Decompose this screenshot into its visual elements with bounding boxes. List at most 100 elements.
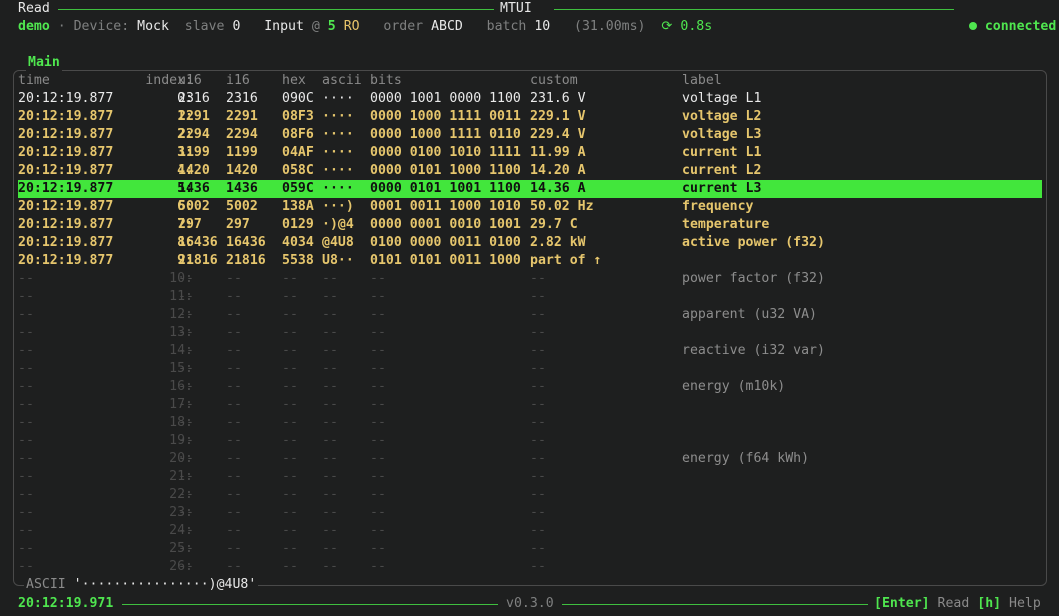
table-row[interactable]: -- 25: -- -- -- -- -- -- <box>18 540 1042 558</box>
cell-i16: -- <box>226 325 242 340</box>
table-row[interactable]: -- 16: -- -- -- -- -- -- energy (m10k) <box>18 378 1042 396</box>
cell-i16: -- <box>226 523 242 538</box>
table-row[interactable]: 20:12:19.877 4: 1420 1420 058C ···· 0000 0101 … <box>18 162 1042 180</box>
table-row[interactable]: 20:12:19.877 8: 16436 16436 4034 @4U8 0100 000… <box>18 234 1042 252</box>
cell-i16: 1199 <box>226 145 258 160</box>
cell-custom: -- <box>530 379 546 394</box>
cell-ascii: ···· <box>322 127 354 142</box>
cell-time: -- <box>18 523 34 538</box>
cell-hex: -- <box>282 523 298 538</box>
cell-i16: 21816 <box>226 253 266 268</box>
cell-hex: -- <box>282 343 298 358</box>
cell-time: -- <box>18 415 34 430</box>
cell-ascii: -- <box>322 361 338 376</box>
footer-rule-right <box>562 604 868 605</box>
table-row[interactable]: 20:12:19.877 3: 1199 1199 04AF ···· 0000 0100 … <box>18 144 1042 162</box>
cell-time: 20:12:19.877 <box>18 163 114 178</box>
cell-ascii: ···· <box>322 109 354 124</box>
cell-i16: -- <box>226 559 242 574</box>
table-row[interactable]: -- 11: -- -- -- -- -- -- <box>18 288 1042 306</box>
table-row[interactable]: 20:12:19.877 5: 1436 1436 059C ···· 0000 0101 … <box>18 180 1042 198</box>
cell-label: frequency <box>682 199 754 214</box>
col-u16: u16 <box>178 73 202 88</box>
cell-time: 20:12:19.877 <box>18 235 114 250</box>
cell-hex: 4034 <box>282 235 314 250</box>
status-text: connected <box>984 19 1057 34</box>
table-row[interactable]: -- 21: -- -- -- -- -- -- <box>18 468 1042 486</box>
cell-custom: 229.4 V <box>530 127 586 142</box>
cell-bits: -- <box>370 271 386 286</box>
cell-time: -- <box>18 469 34 484</box>
table-row[interactable]: -- 19: -- -- -- -- -- -- <box>18 432 1042 450</box>
cell-ascii: -- <box>322 541 338 556</box>
enter-key[interactable]: [Enter] <box>874 596 930 611</box>
cell-u16: -- <box>178 433 194 448</box>
cell-label: current L3 <box>682 181 762 196</box>
table-row[interactable]: -- 20: -- -- -- -- -- -- energy (f64 kWh) <box>18 450 1042 468</box>
table-row[interactable]: -- 14: -- -- -- -- -- -- reactive (i32 var) <box>18 342 1042 360</box>
cell-custom: 2.82 kW <box>530 235 586 250</box>
footer-time: 20:12:19.971 <box>18 596 114 611</box>
table-row[interactable]: -- 17: -- -- -- -- -- -- <box>18 396 1042 414</box>
table-row[interactable]: -- 12: -- -- -- -- -- -- apparent (u32 VA) <box>18 306 1042 324</box>
cell-time: 20:12:19.877 <box>18 109 114 124</box>
cell-time: -- <box>18 379 34 394</box>
table-row[interactable]: -- 13: -- -- -- -- -- -- <box>18 324 1042 342</box>
help-hint: Help <box>1009 596 1041 611</box>
table-row[interactable]: 20:12:19.877 1: 2291 2291 08F3 ···· 0000 1000 … <box>18 108 1042 126</box>
table-row[interactable]: -- 22: -- -- -- -- -- -- <box>18 486 1042 504</box>
cell-time: -- <box>18 397 34 412</box>
cell-i16: -- <box>226 505 242 520</box>
cell-hex: 090C <box>282 91 314 106</box>
table-row[interactable]: 20:12:19.877 9: 21816 21816 5538 U8·· 0101 010… <box>18 252 1042 270</box>
cell-ascii: -- <box>322 379 338 394</box>
cell-custom: -- <box>530 307 546 322</box>
cell-time: -- <box>18 325 34 340</box>
cell-custom: 229.1 V <box>530 109 586 124</box>
cell-i16: 2316 <box>226 91 258 106</box>
cell-ascii: @4U8 <box>322 235 354 250</box>
table-row[interactable]: 20:12:19.877 2: 2294 2294 08F6 ···· 0000 1000 … <box>18 126 1042 144</box>
table-row[interactable]: -- 15: -- -- -- -- -- -- <box>18 360 1042 378</box>
table-row[interactable]: 20:12:19.877 0: 2316 2316 090C ···· 0000 1001 … <box>18 90 1042 108</box>
cell-bits: -- <box>370 397 386 412</box>
col-label: label <box>682 73 722 88</box>
device-label: Device: <box>73 19 130 34</box>
cell-bits: 0000 1000 1111 0110 <box>370 127 521 142</box>
cell-u16: -- <box>178 487 194 502</box>
col-i16: i16 <box>226 73 250 88</box>
help-key[interactable]: [h] <box>977 596 1001 611</box>
cell-i16: -- <box>226 397 242 412</box>
cell-custom: part of ↑ <box>530 253 602 268</box>
table-row[interactable]: -- 18: -- -- -- -- -- -- <box>18 414 1042 432</box>
cell-hex: 138A <box>282 199 314 214</box>
cell-custom: -- <box>530 541 546 556</box>
col-hex: hex <box>282 73 306 88</box>
cell-time: -- <box>18 361 34 376</box>
cell-i16: -- <box>226 361 242 376</box>
cell-hex: -- <box>282 307 298 322</box>
table-row[interactable]: 20:12:19.877 6: 5002 5002 138A ···) 0001 0011 … <box>18 198 1042 216</box>
cell-i16: -- <box>226 415 242 430</box>
cell-custom: -- <box>530 289 546 304</box>
cell-ascii: -- <box>322 559 338 574</box>
cell-label: voltage L3 <box>682 127 762 142</box>
cell-hex: 08F3 <box>282 109 314 124</box>
cell-hex: -- <box>282 361 298 376</box>
cell-hex: -- <box>282 505 298 520</box>
table-row[interactable]: -- 23: -- -- -- -- -- -- <box>18 504 1042 522</box>
cell-time: -- <box>18 559 34 574</box>
version: v0.3.0 <box>506 596 554 611</box>
cell-custom: -- <box>530 451 546 466</box>
cell-time: -- <box>18 487 34 502</box>
cell-bits: -- <box>370 289 386 304</box>
cell-hex: 5538 <box>282 253 314 268</box>
table-row[interactable]: -- 10: -- -- -- -- -- -- power factor (f32) <box>18 270 1042 288</box>
table-row[interactable]: -- 26: -- -- -- -- -- -- <box>18 558 1042 576</box>
cell-ascii: -- <box>322 469 338 484</box>
order-label: order <box>383 19 424 34</box>
table-row[interactable]: 20:12:19.877 7: 297 297 0129 ·)@4 0000 0001 00… <box>18 216 1042 234</box>
table-row[interactable]: -- 24: -- -- -- -- -- -- <box>18 522 1042 540</box>
top-left-title: Read <box>18 1 50 16</box>
cell-bits: 0000 1001 0000 1100 <box>370 91 521 106</box>
